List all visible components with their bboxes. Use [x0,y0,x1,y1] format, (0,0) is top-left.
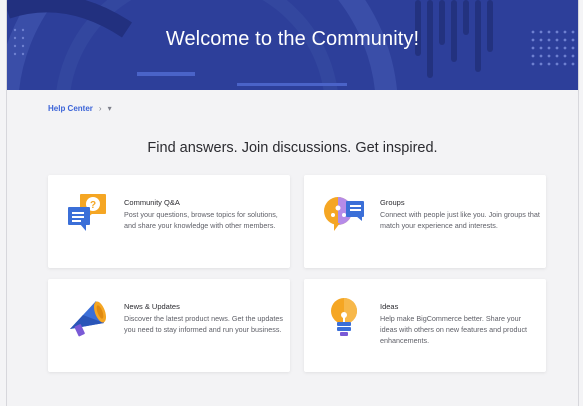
card-news-updates[interactable]: News & Updates Discover the latest produ… [48,279,290,372]
card-community-qa[interactable]: ? Community Q&A Post your questions, bro… [48,175,290,268]
page-frame: Welcome to the Community! Help Center › … [6,0,579,406]
tagline: Find answers. Join discussions. Get insp… [147,140,438,156]
breadcrumb-separator: › [98,104,102,113]
card-description: Help make BigCommerce better. Share your… [380,314,528,345]
breadcrumb: Help Center › ▾ [48,104,112,113]
card-title: Groups [380,198,405,207]
hero-title: Welcome to the Community! [165,28,420,50]
svg-text:?: ? [90,200,96,211]
card-groups[interactable]: Groups Connect with people just like you… [304,175,546,268]
hero-banner: Welcome to the Community! [7,0,578,90]
megaphone-icon [70,301,107,337]
lightbulb-icon [331,298,357,336]
card-description: Post your questions, browse topics for s… [124,210,278,230]
card-ideas[interactable]: Ideas Help make BigCommerce better. Shar… [304,279,546,372]
group-chat-icon [324,197,364,231]
card-title: Community Q&A [124,198,180,207]
card-description: Connect with people just like you. Join … [380,210,540,230]
card-description: Discover the latest product news. Get th… [124,314,284,334]
card-title: News & Updates [124,302,180,311]
breadcrumb-dropdown-caret[interactable]: ▾ [108,104,112,113]
question-chat-icon: ? [68,194,106,231]
card-title: Ideas [380,302,399,311]
breadcrumb-help-center-link[interactable]: Help Center [48,104,93,113]
